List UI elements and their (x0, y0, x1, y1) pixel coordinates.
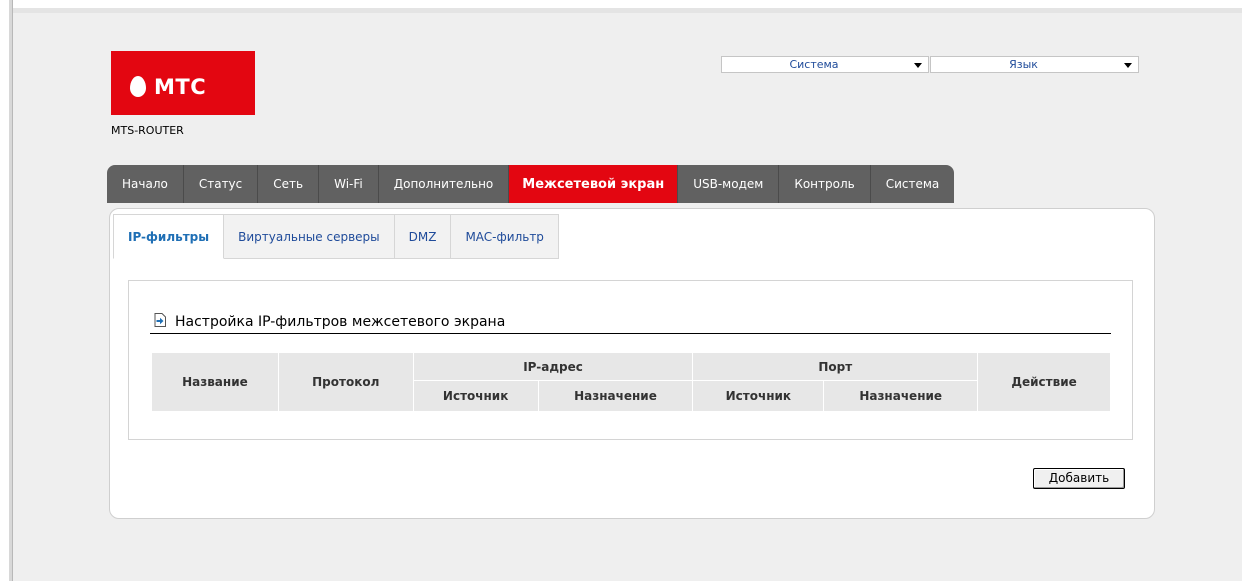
ip-filter-table: Название Протокол IP-адрес Порт Действие… (151, 352, 1111, 412)
subtab-virtual-servers[interactable]: Виртуальные серверы (224, 214, 395, 259)
nav-tab-wifi[interactable]: Wi-Fi (319, 165, 379, 203)
col-ip-destination: Назначение (537, 380, 694, 412)
title-divider (150, 333, 1111, 334)
chevron-down-icon (1124, 63, 1132, 68)
col-port-destination: Назначение (823, 380, 979, 412)
language-select-value: Язык (1009, 58, 1038, 71)
top-strip (13, 8, 1242, 13)
col-action: Действие (977, 352, 1111, 412)
panel-title: Настройка IP-фильтров межсетевого экрана (175, 314, 506, 330)
col-protocol: Протокол (277, 352, 414, 412)
egg-logo-icon (130, 76, 146, 97)
subtab-mac-filter[interactable]: MAC-фильтр (451, 214, 559, 259)
nav-tab-usb-modem[interactable]: USB-модем (678, 165, 780, 203)
subtab-ip-filters[interactable]: IP-фильтры (113, 214, 225, 259)
nav-tab-network[interactable]: Сеть (258, 165, 320, 203)
col-ip-source: Источник (412, 380, 539, 412)
brand-name: МТС (154, 75, 207, 99)
nav-tab-control[interactable]: Контроль (779, 165, 871, 203)
nav-tab-system[interactable]: Система (871, 165, 955, 203)
mts-logo: МТС (111, 51, 255, 115)
subtab-dmz[interactable]: DMZ (394, 214, 452, 259)
sub-tabs: IP-фильтры Виртуальные серверы DMZ MAC-ф… (113, 214, 559, 259)
col-port-source: Источник (692, 380, 825, 412)
col-ip-address: IP-адрес (412, 352, 694, 381)
arrow-doc-icon (154, 313, 166, 327)
col-port: Порт (692, 352, 979, 381)
system-select[interactable]: Система (721, 56, 929, 73)
router-name: MTS-ROUTER (111, 124, 184, 137)
nav-tab-status[interactable]: Статус (184, 165, 259, 203)
language-select[interactable]: Язык (930, 56, 1139, 73)
system-select-value: Система (789, 58, 839, 71)
nav-tab-firewall[interactable]: Межсетевой экран (509, 165, 679, 203)
nav-tab-advanced[interactable]: Дополнительно (379, 165, 510, 203)
add-button[interactable]: Добавить (1033, 468, 1125, 489)
chevron-down-icon (914, 63, 922, 68)
main-nav: Начало Статус Сеть Wi-Fi Дополнительно М… (107, 165, 955, 203)
col-name: Название (151, 352, 279, 412)
nav-tab-start[interactable]: Начало (107, 165, 184, 203)
